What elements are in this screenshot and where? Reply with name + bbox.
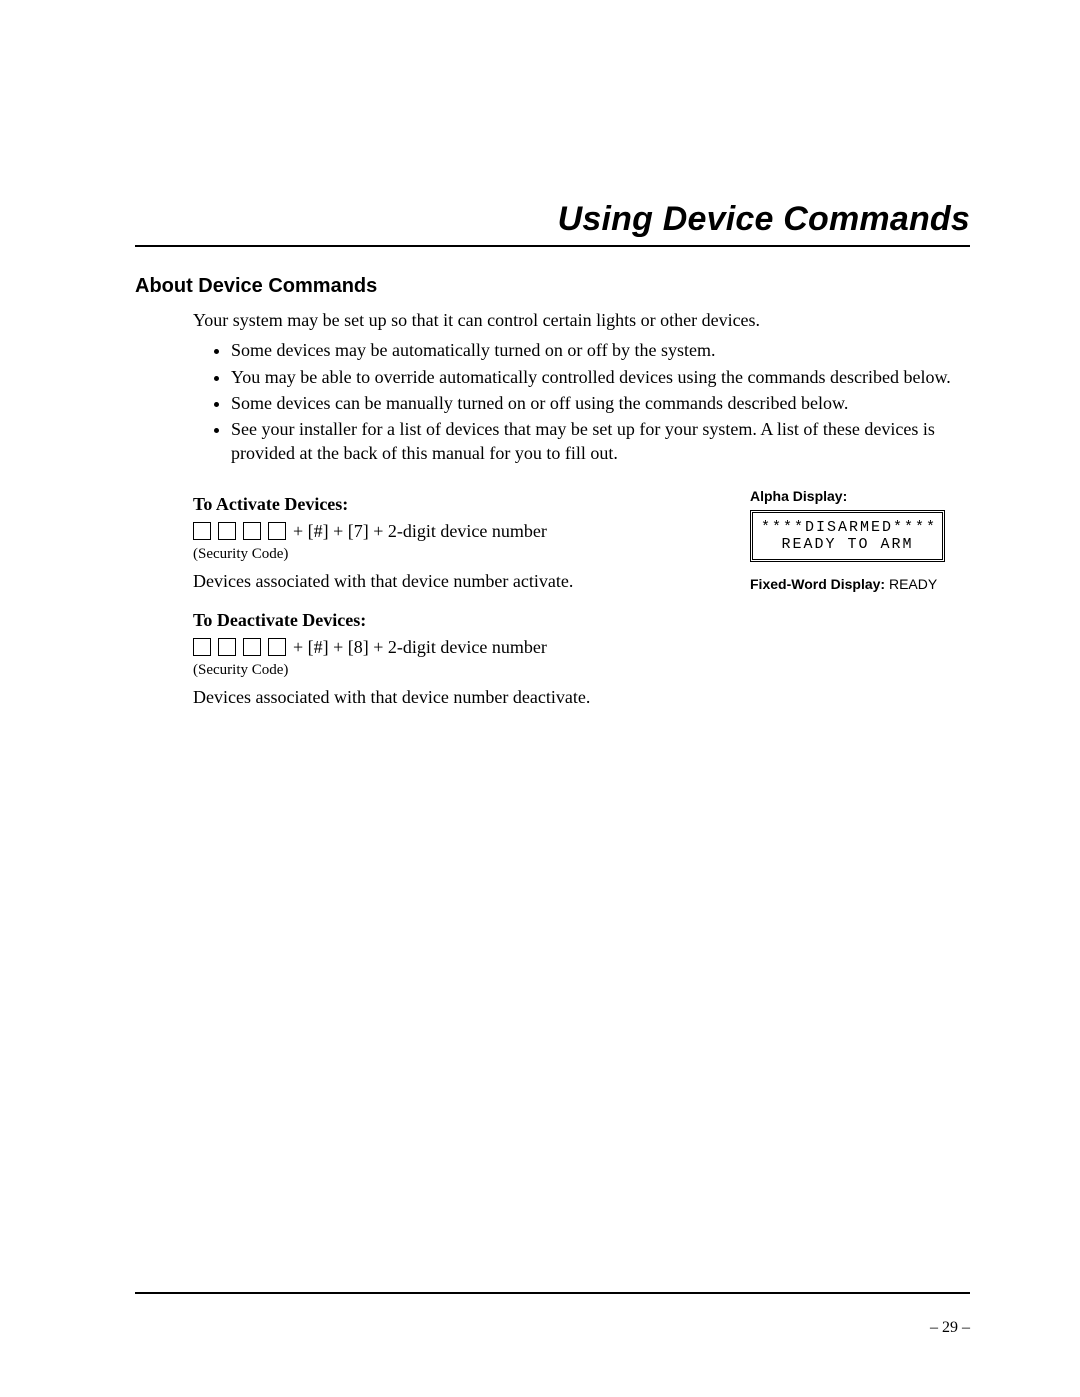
security-code-box-icon xyxy=(193,522,211,540)
bullet-list: Some devices may be automatically turned… xyxy=(193,338,970,465)
deactivate-result: Devices associated with that device numb… xyxy=(193,687,726,708)
fixed-word-row: Fixed-Word Display: READY xyxy=(750,576,970,594)
right-column: Alpha Display: ****DISARMED**** READY TO… xyxy=(750,488,970,594)
deactivate-sequence: + [#] + [8] + 2-digit device number xyxy=(193,637,726,658)
lcd-line-2: READY TO ARM xyxy=(761,536,934,553)
fixed-word-value: READY xyxy=(889,576,937,592)
activate-suffix: + [#] + [7] + 2-digit device number xyxy=(293,521,547,542)
security-code-box-icon xyxy=(218,638,236,656)
security-code-label: (Security Code) xyxy=(193,662,726,679)
lcd-line-1: ****DISARMED**** xyxy=(761,519,934,536)
intro-paragraph: Your system may be set up so that it can… xyxy=(193,308,970,332)
page-number: – 29 – xyxy=(0,1319,970,1337)
activate-heading: To Activate Devices: xyxy=(193,494,726,515)
security-code-box-icon xyxy=(243,522,261,540)
security-code-box-icon xyxy=(268,638,286,656)
bullet-item: Some devices may be automatically turned… xyxy=(231,338,970,362)
security-code-box-icon xyxy=(268,522,286,540)
fixed-word-label: Fixed-Word Display: xyxy=(750,576,889,592)
security-code-label: (Security Code) xyxy=(193,546,726,563)
page-title: Using Device Commands xyxy=(135,200,970,239)
bullet-item: Some devices can be manually turned on o… xyxy=(231,391,970,415)
left-column: To Activate Devices: + [#] + [7] + 2-dig… xyxy=(193,488,750,726)
columns: To Activate Devices: + [#] + [7] + 2-dig… xyxy=(193,488,970,726)
security-code-box-icon xyxy=(218,522,236,540)
security-code-box-icon xyxy=(243,638,261,656)
security-code-box-icon xyxy=(193,638,211,656)
section-heading: About Device Commands xyxy=(135,275,970,298)
deactivate-suffix: + [#] + [8] + 2-digit device number xyxy=(293,637,547,658)
title-rule xyxy=(135,245,970,247)
footer-rule xyxy=(135,1292,970,1294)
activate-result: Devices associated with that device numb… xyxy=(193,571,726,592)
page-container: Using Device Commands About Device Comma… xyxy=(0,0,1080,1397)
alpha-display-label: Alpha Display: xyxy=(750,488,970,504)
lcd-display: ****DISARMED**** READY TO ARM xyxy=(750,510,945,562)
bullet-item: See your installer for a list of devices… xyxy=(231,417,970,466)
bullet-item: You may be able to override automaticall… xyxy=(231,365,970,389)
activate-sequence: + [#] + [7] + 2-digit device number xyxy=(193,521,726,542)
deactivate-heading: To Deactivate Devices: xyxy=(193,610,726,631)
